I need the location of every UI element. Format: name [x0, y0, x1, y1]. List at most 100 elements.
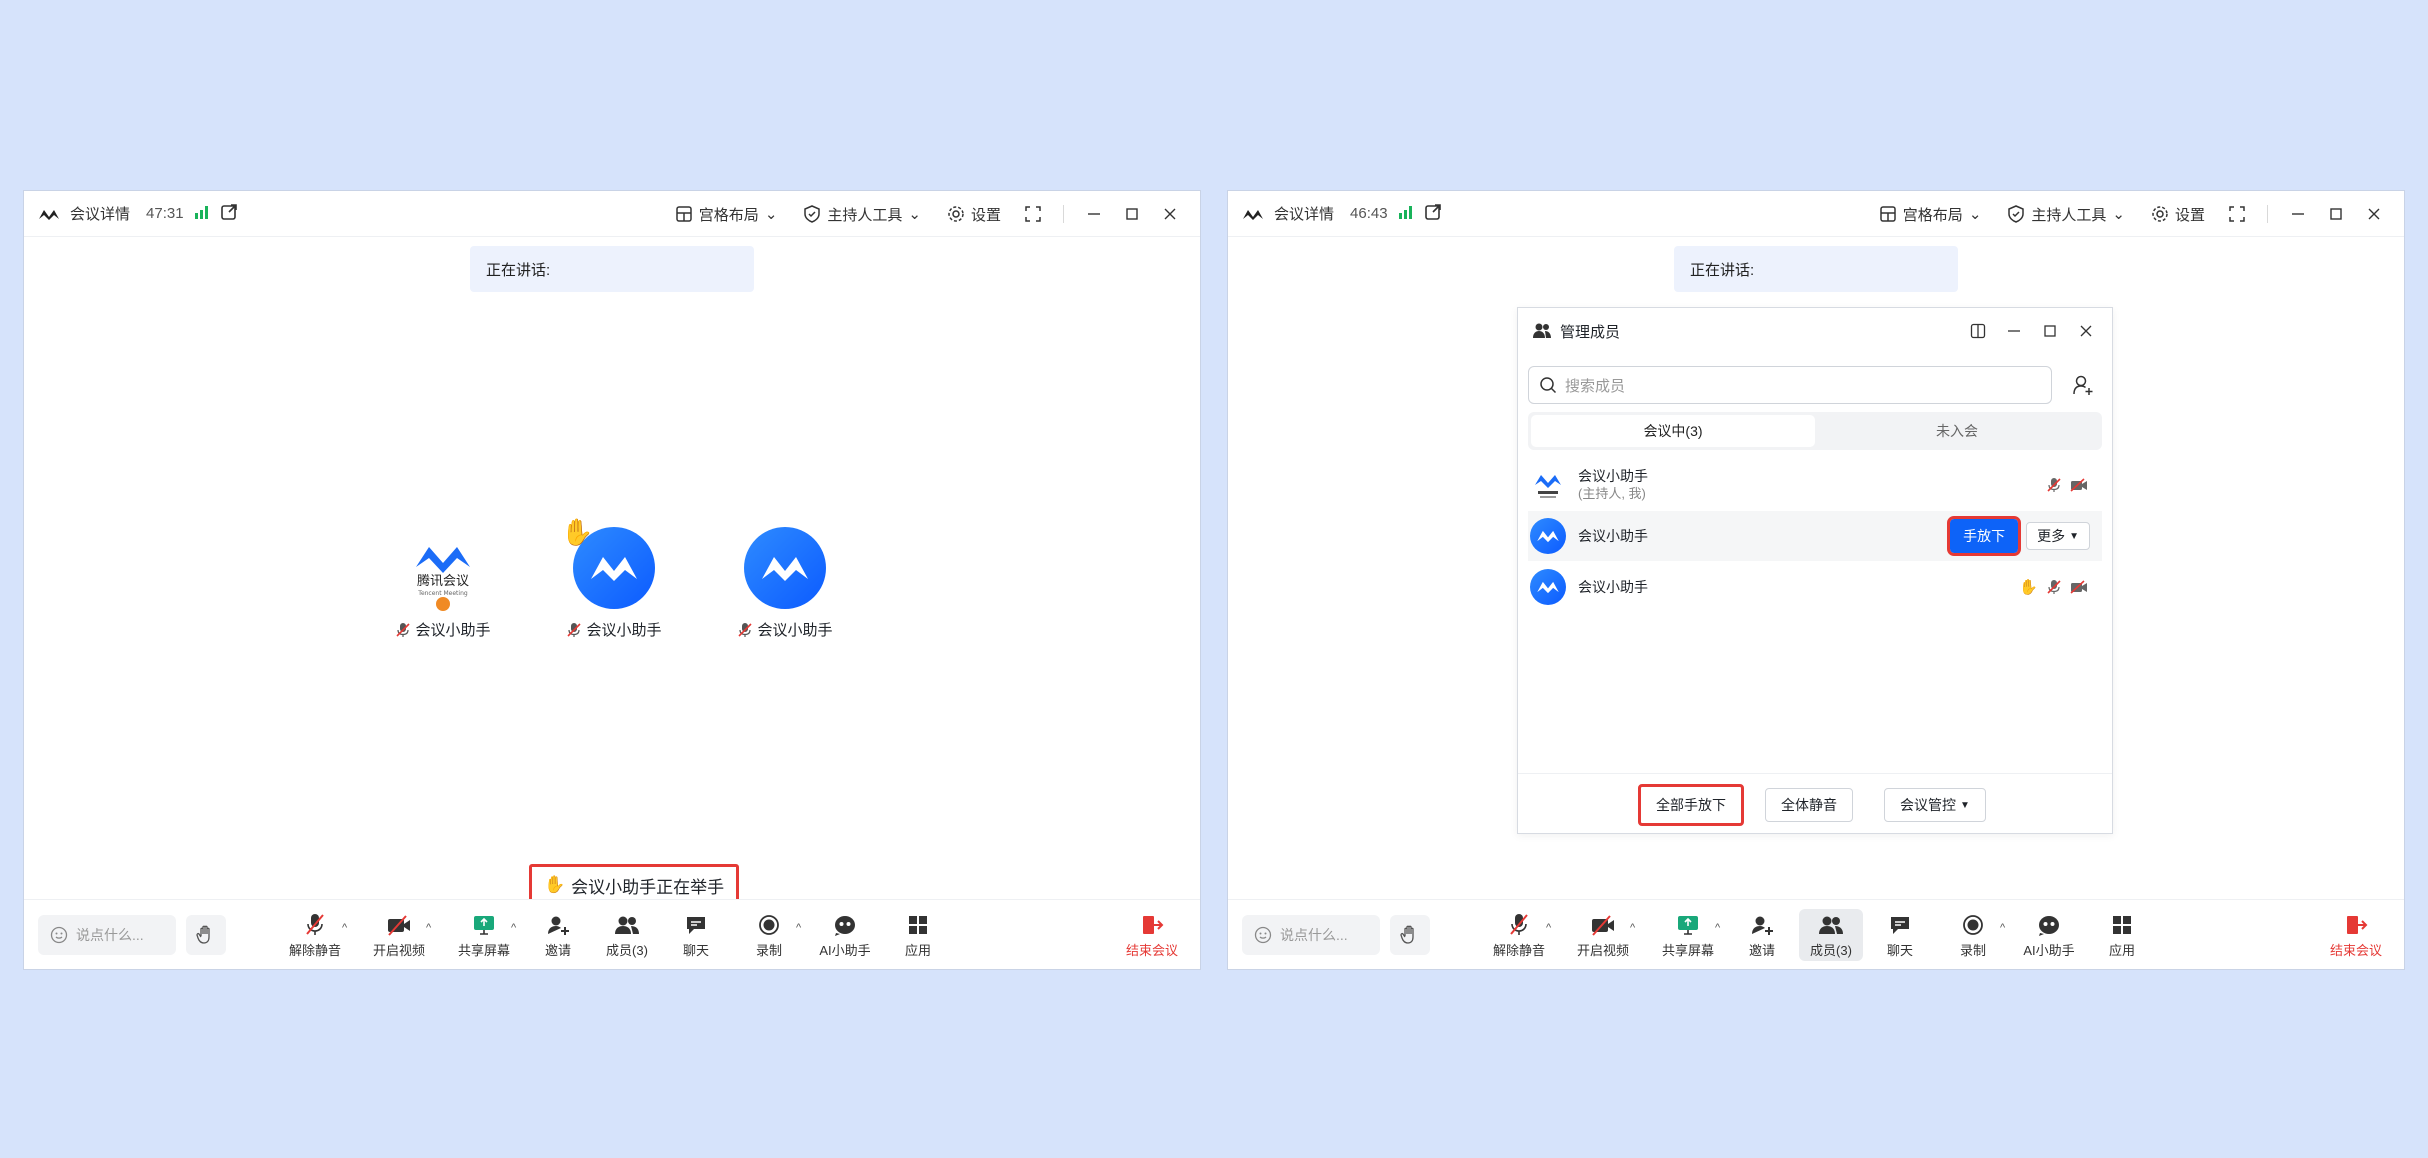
member-row[interactable]: 会议小助手 (主持人, 我): [1528, 460, 2102, 510]
meeting-control-button[interactable]: 会议管控 ▼: [1884, 788, 1986, 822]
participant-tile[interactable]: 腾讯会议 Tencent Meeting 会议小助手: [388, 527, 498, 640]
meeting-logo-icon: [762, 557, 808, 581]
end-meeting-button[interactable]: 结束会议: [2330, 910, 2382, 959]
svg-text:腾讯会议: 腾讯会议: [417, 573, 469, 589]
apps-button[interactable]: 应用: [886, 910, 950, 959]
camera-off-icon[interactable]: [2070, 580, 2088, 594]
record-button[interactable]: 录制: [737, 910, 801, 959]
unmute-button[interactable]: 解除静音: [1487, 910, 1551, 959]
raise-hand-button[interactable]: [1390, 915, 1430, 955]
member-row[interactable]: 会议小助手 ✋: [1528, 562, 2102, 612]
quick-chat-input[interactable]: 说点什么...: [38, 915, 176, 955]
chevron-up-icon[interactable]: ^: [1715, 922, 1720, 934]
meeting-toolbar: 说点什么... 解除静音 ^ 开启视频 ^ 共享屏幕 ^ 邀请 成员(3) 聊天…: [24, 899, 1200, 969]
external-link-icon[interactable]: [1424, 203, 1442, 225]
members-button[interactable]: 成员(3): [595, 910, 659, 959]
manage-members-panel: 管理成员 搜索成员 会议中(3) 未入会 会议小助手 (主持人, 我) 会议小助…: [1517, 307, 2113, 834]
minimize-icon[interactable]: [1998, 316, 2030, 346]
chat-button[interactable]: 聊天: [664, 910, 728, 959]
chevron-up-icon[interactable]: ^: [1630, 922, 1635, 934]
chevron-up-icon[interactable]: ^: [511, 922, 516, 934]
member-row[interactable]: 会议小助手 手放下 更多 ▼: [1528, 511, 2102, 561]
lower-all-hands-button[interactable]: 全部手放下: [1638, 784, 1744, 826]
meeting-details-link[interactable]: 会议详情: [70, 203, 130, 224]
fullscreen-icon[interactable]: [1017, 199, 1049, 229]
mic-muted-icon: [1510, 914, 1528, 935]
host-tools-label: 主持人工具: [827, 206, 903, 224]
minimize-icon[interactable]: [2282, 199, 2314, 229]
mute-all-button[interactable]: 全体静音: [1765, 788, 1853, 822]
chevron-down-icon: ⌄: [1968, 206, 1982, 223]
search-members-input[interactable]: 搜索成员: [1528, 366, 2052, 404]
end-meeting-button[interactable]: 结束会议: [1126, 910, 1178, 959]
signal-icon[interactable]: [1398, 205, 1414, 223]
settings-button[interactable]: 设置: [937, 199, 1011, 229]
apps-icon: [2113, 916, 2131, 934]
chevron-up-icon[interactable]: ^: [342, 922, 347, 934]
chat-icon: [687, 917, 705, 934]
chat-label: 聊天: [682, 943, 709, 958]
lower-hand-button[interactable]: 手放下: [1947, 516, 2022, 556]
close-icon[interactable]: [1154, 199, 1186, 229]
external-link-icon[interactable]: [220, 203, 238, 225]
layout-button[interactable]: 宫格布局 ⌄: [1869, 199, 1992, 229]
minimize-icon[interactable]: [1078, 199, 1110, 229]
maximize-icon[interactable]: [1116, 199, 1148, 229]
participant-tile[interactable]: ✋ 会议小助手: [559, 517, 669, 640]
layout-button[interactable]: 宫格布局 ⌄: [665, 199, 788, 229]
fullscreen-icon[interactable]: [2221, 199, 2253, 229]
chevron-up-icon[interactable]: ^: [426, 922, 431, 934]
apps-button[interactable]: 应用: [2090, 910, 2154, 959]
share-screen-button[interactable]: 共享屏幕: [452, 910, 516, 959]
quick-chat-input[interactable]: 说点什么...: [1242, 915, 1380, 955]
meeting-toolbar: 说点什么... 解除静音 ^ 开启视频 ^ 共享屏幕 ^ 邀请 成员(3) 聊天…: [1228, 899, 2404, 969]
tab-not-joined[interactable]: 未入会: [1815, 415, 2099, 447]
ai-assistant-button[interactable]: AI小助手: [813, 910, 877, 959]
toast-text: 会议小助手正在举手: [571, 877, 725, 897]
add-member-button[interactable]: [2064, 366, 2102, 404]
close-icon[interactable]: [2358, 199, 2390, 229]
participant-name: 会议小助手: [415, 622, 491, 639]
start-video-button[interactable]: 开启视频: [1571, 910, 1635, 959]
more-button[interactable]: 更多 ▼: [2026, 522, 2090, 550]
signal-icon[interactable]: [194, 205, 210, 223]
share-screen-icon: [474, 916, 494, 935]
members-button[interactable]: 成员(3): [1799, 909, 1863, 961]
host-tools-button[interactable]: 主持人工具 ⌄: [1997, 199, 2135, 229]
invite-label: 邀请: [544, 943, 571, 958]
share-screen-button[interactable]: 共享屏幕: [1656, 910, 1720, 959]
chat-button[interactable]: 聊天: [1868, 910, 1932, 959]
video-label: 开启视频: [1576, 943, 1629, 958]
maximize-icon[interactable]: [2320, 199, 2352, 229]
raise-hand-button[interactable]: [186, 915, 226, 955]
maximize-icon[interactable]: [2034, 316, 2066, 346]
camera-off-icon[interactable]: [2070, 478, 2088, 492]
start-video-button[interactable]: 开启视频: [367, 910, 431, 959]
split-view-icon[interactable]: [1962, 316, 1994, 346]
host-tools-button[interactable]: 主持人工具 ⌄: [793, 199, 931, 229]
unmute-button[interactable]: 解除静音: [283, 910, 347, 959]
ai-label: AI小助手: [819, 943, 871, 958]
participant-tile[interactable]: 会议小助手: [730, 527, 840, 640]
member-name: 会议小助手: [1578, 578, 1648, 595]
record-button[interactable]: 录制: [1941, 910, 2005, 959]
ai-assistant-button[interactable]: AI小助手: [2017, 910, 2081, 959]
mic-muted-icon[interactable]: [2046, 477, 2062, 493]
invite-icon: [548, 916, 569, 935]
shield-icon: [804, 205, 821, 223]
record-icon: [1963, 915, 1983, 935]
settings-button[interactable]: 设置: [2141, 199, 2215, 229]
invite-button[interactable]: 邀请: [1730, 910, 1794, 959]
meeting-details-link[interactable]: 会议详情: [1274, 203, 1334, 224]
chevron-up-icon[interactable]: ^: [2000, 922, 2005, 934]
chevron-up-icon[interactable]: ^: [1546, 922, 1551, 934]
ai-assistant-icon: [2039, 916, 2059, 936]
close-icon[interactable]: [2070, 316, 2102, 346]
mic-muted-icon[interactable]: [2046, 579, 2062, 595]
layout-label: 宫格布局: [698, 206, 759, 224]
invite-button[interactable]: 邀请: [526, 910, 590, 959]
member-tabs: 会议中(3) 未入会: [1528, 412, 2102, 450]
tab-in-meeting[interactable]: 会议中(3): [1531, 415, 1815, 447]
ai-assistant-icon: [835, 916, 855, 936]
chevron-up-icon[interactable]: ^: [796, 922, 801, 934]
